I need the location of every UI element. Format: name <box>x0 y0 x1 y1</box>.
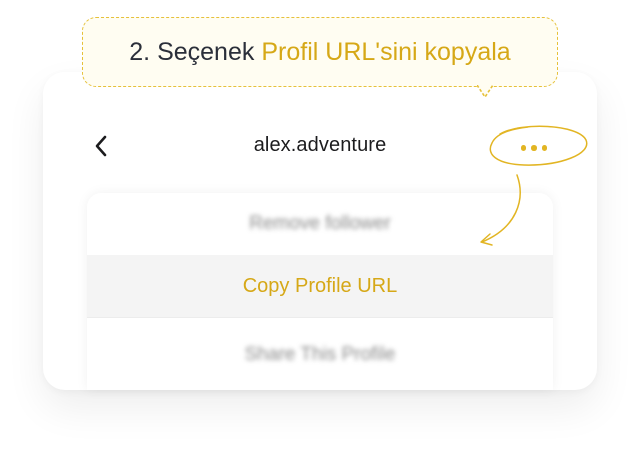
share-profile-option[interactable]: Share This Profile <box>87 324 553 386</box>
copy-profile-url-option[interactable]: Copy Profile URL <box>87 255 553 317</box>
chevron-left-icon <box>95 135 107 157</box>
callout-step-text: 2. Seçenek <box>129 37 255 66</box>
more-horizontal-icon <box>520 145 527 151</box>
callout-tail <box>477 85 493 99</box>
sheet-divider <box>87 317 553 318</box>
callout-highlight-text: Profil URL'sini kopyala <box>261 37 511 66</box>
profile-username: alex.adventure <box>253 134 387 156</box>
more-horizontal-icon-dot <box>541 145 548 151</box>
remove-follower-option[interactable]: Remove follower <box>87 193 553 255</box>
tutorial-stage: alex.adventure Remove follower Copy Prof… <box>0 0 640 453</box>
back-button[interactable] <box>87 131 115 161</box>
instruction-callout: 2. Seçenek Profil URL'sini kopyala <box>82 17 558 87</box>
action-sheet: Remove follower Copy Profile URL Share T… <box>87 193 553 390</box>
more-horizontal-icon-dot <box>531 145 537 151</box>
more-options-button[interactable] <box>512 140 556 156</box>
